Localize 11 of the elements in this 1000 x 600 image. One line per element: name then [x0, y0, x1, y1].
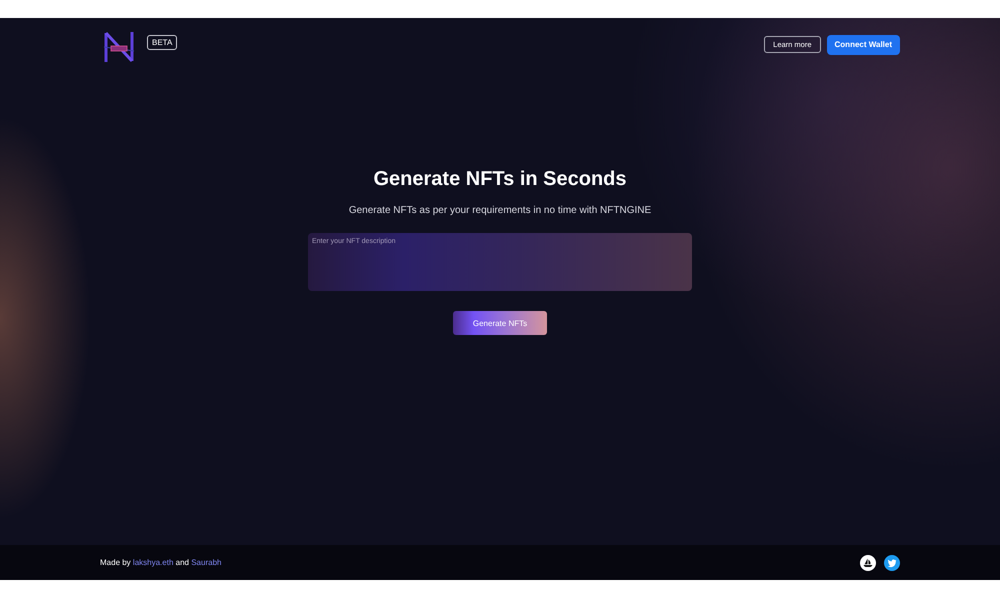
- sailboat-icon[interactable]: [860, 554, 876, 570]
- logo-icon[interactable]: [103, 30, 135, 62]
- beta-badge: BETA: [147, 35, 178, 50]
- credit-text: Made by lakshya.eth and Saurabh: [100, 558, 222, 567]
- generate-button[interactable]: Generate NFTs: [453, 311, 547, 335]
- connect-wallet-button[interactable]: Connect Wallet: [826, 34, 900, 54]
- hero-subtitle: Generate NFTs as per your requirements in no time with NFTNGINE: [348, 205, 652, 217]
- hero-title: Generate NFTs in Seconds: [373, 167, 627, 191]
- bird-icon[interactable]: [884, 554, 900, 570]
- author-link[interactable]: Saurabh: [191, 558, 222, 567]
- author-link[interactable]: lakshya.eth: [132, 558, 174, 567]
